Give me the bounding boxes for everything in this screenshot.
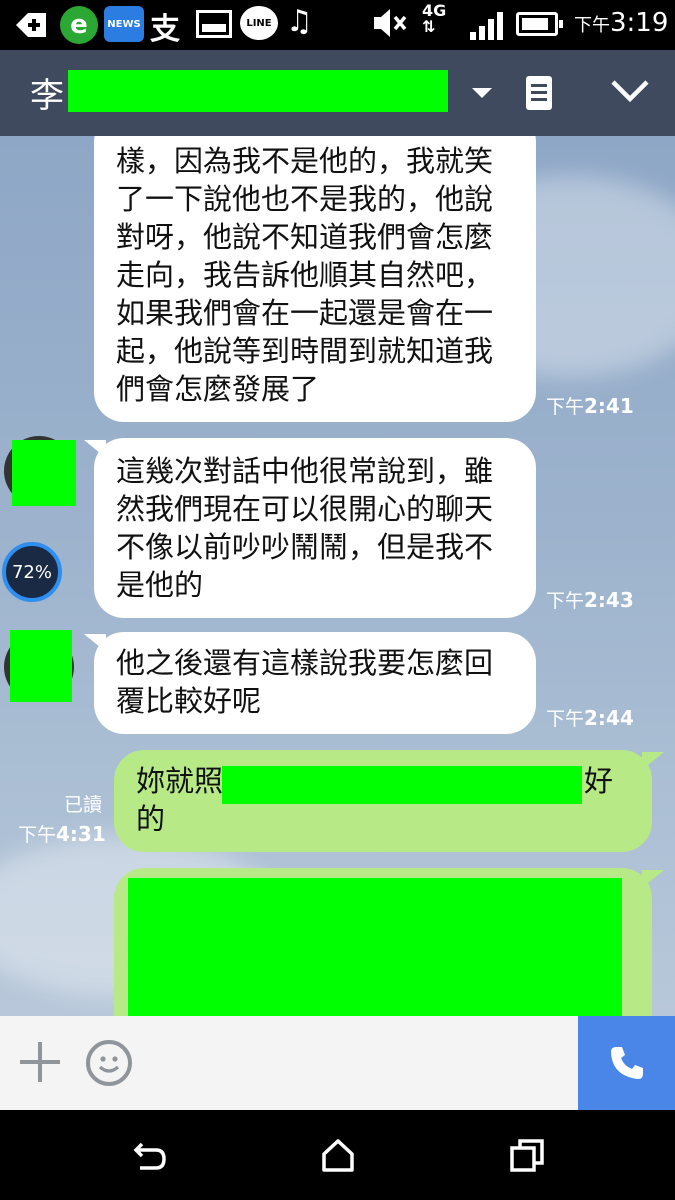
message-line: 們會怎麼發展了: [116, 372, 320, 406]
gallery-icon: [196, 10, 232, 38]
signal-strength-icon: [470, 10, 504, 40]
message-line: 對呀，他說不知道我們會怎麼: [116, 220, 494, 254]
bubble-tail: [642, 870, 664, 888]
message-line: 了一下說他也不是我的，他說: [116, 182, 494, 216]
plus-icon[interactable]: [20, 1042, 60, 1082]
message-input-bar: [0, 1016, 675, 1110]
phone-icon: [610, 1047, 643, 1079]
home-icon[interactable]: [318, 1136, 358, 1176]
message-line: 的: [136, 802, 166, 836]
recents-icon[interactable]: [508, 1136, 548, 1176]
phone-call-button[interactable]: [578, 1016, 675, 1110]
alipay-icon: 支: [150, 12, 180, 47]
add-notification-icon: [14, 8, 48, 42]
message-line: 覆比較好呢: [116, 684, 262, 718]
message-line: 是他的: [116, 568, 204, 602]
contact-name[interactable]: 李: [30, 68, 64, 117]
data-arrows-icon: ⇅: [422, 17, 436, 36]
chat-header: 李: [0, 50, 675, 136]
muted-speaker-icon: [372, 6, 408, 47]
message-line: 如果我們會在一起還是會在一: [116, 296, 494, 330]
message-timestamp: 下午2:44: [546, 706, 634, 730]
message-line: 然我們現在可以很開心的聊天: [116, 492, 494, 526]
message-bubble-received[interactable]: 他之後還有這樣說我要怎麼回 覆比較好呢: [94, 632, 536, 734]
collapse-chevron-icon[interactable]: [610, 78, 650, 104]
redacted-message-content: [128, 878, 622, 1016]
network-type-label: 4G ⇅: [422, 1, 447, 36]
message-line: 樣，因為我不是他的，我就笑: [116, 144, 494, 178]
status-clock: 下午3:19: [574, 8, 669, 38]
redacted-avatar: [10, 630, 72, 702]
message-line: 走向，我告訴他順其自然吧，: [116, 258, 494, 292]
emoji-icon[interactable]: [86, 1040, 132, 1086]
bubble-tail: [642, 752, 664, 770]
line-app-icon: LINE: [240, 6, 278, 40]
battery-icon: [516, 12, 563, 36]
read-receipt: 已讀: [63, 794, 102, 816]
message-line: 這幾次對話中他很常說到，雖: [116, 454, 494, 488]
message-text-end: 好: [584, 764, 614, 798]
dropdown-caret-icon[interactable]: [472, 88, 492, 98]
message-line: 起，他說等到時間到就知道我: [116, 334, 494, 368]
music-note-icon: ♫: [286, 4, 313, 39]
status-bar: e NEWS 支 LINE ♫ 4G ⇅ 下午3:19: [0, 0, 675, 50]
redacted-message-text: [222, 766, 582, 804]
back-icon[interactable]: [130, 1136, 170, 1176]
browser-icon: e: [60, 6, 98, 44]
chat-area[interactable]: 樣，因為我不是他的，我就笑 了一下說他也不是我的，他說 對呀，他說不知道我們會怎…: [0, 136, 675, 1016]
message-bubble-received[interactable]: 樣，因為我不是他的，我就笑 了一下說他也不是我的，他說 對呀，他說不知道我們會怎…: [94, 136, 536, 422]
news-app-icon: NEWS: [104, 6, 144, 42]
message-timestamp: 下午2:41: [546, 394, 634, 418]
redacted-avatar: [12, 440, 76, 506]
message-text-start: 妳就照: [136, 764, 224, 798]
message-bubble-received[interactable]: 這幾次對話中他很常說到，雖 然我們現在可以很開心的聊天 不像以前吵吵鬧鬧，但是我…: [94, 438, 536, 618]
message-line: 他之後還有這樣說我要怎麼回: [116, 646, 494, 680]
redacted-contact-name: [68, 70, 448, 112]
message-timestamp: 下午4:31: [18, 822, 106, 846]
notes-icon[interactable]: [526, 76, 552, 110]
system-navigation-bar: [0, 1110, 675, 1200]
memory-meter-widget[interactable]: 72%: [2, 542, 62, 602]
message-line: 不像以前吵吵鬧鬧，但是我不: [116, 530, 494, 564]
message-timestamp: 下午2:43: [546, 588, 634, 612]
